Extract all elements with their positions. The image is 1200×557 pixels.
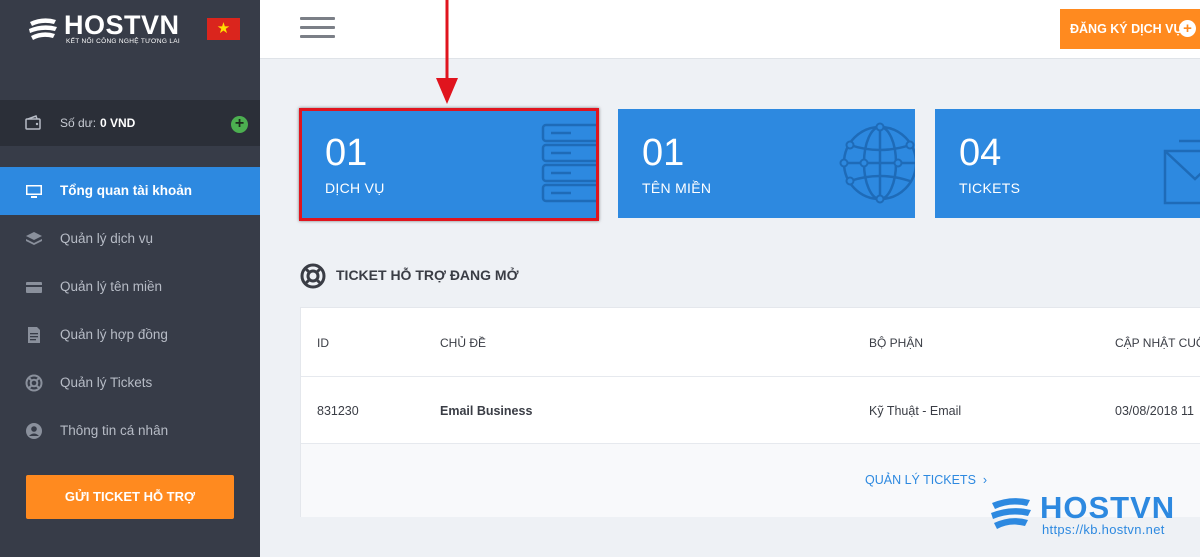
lifebuoy-icon xyxy=(25,374,43,392)
wallet-icon xyxy=(25,115,41,130)
monitor-icon xyxy=(26,185,42,198)
user-icon xyxy=(26,423,42,439)
ticket-department: Kỹ Thuật - Email xyxy=(869,404,962,418)
logo-brand: HOSTVN xyxy=(64,10,180,40)
column-header-department: BỘ PHẬN xyxy=(869,336,924,350)
sidebar-item-domains[interactable]: Quản lý tên miền xyxy=(0,263,260,311)
tickets-table: ID CHỦ ĐỀ BỘ PHẬN CẬP NHẬT CUỐ 831230 Em… xyxy=(300,307,1200,517)
envelope-icon xyxy=(1163,139,1200,205)
globe-icon xyxy=(839,122,915,204)
column-header-updated: CẬP NHẬT CUỐ xyxy=(1115,336,1200,350)
red-arrow-annotation xyxy=(436,0,458,104)
manage-tickets-link[interactable]: QUẢN LÝ TICKETS › xyxy=(865,473,987,487)
highlight-box-annotation xyxy=(299,108,599,221)
sidebar: HOSTVN KẾT NỐI CÔNG NGHỆ TƯƠNG LAI ★ Số … xyxy=(0,0,260,557)
sidebar-item-label: Tổng quan tài khoản xyxy=(60,183,192,198)
balance-bar: Số dư: 0 VND + xyxy=(0,100,260,146)
ticket-id: 831230 xyxy=(317,404,359,418)
sidebar-item-label: Quản lý hợp đồng xyxy=(60,327,168,342)
hostvn-logo-icon xyxy=(991,498,1031,529)
plus-circle-icon[interactable]: + xyxy=(231,116,248,133)
card-domains[interactable]: 01 TÊN MIỀN xyxy=(618,109,915,218)
vietnam-flag-icon[interactable]: ★ xyxy=(207,18,240,40)
layers-icon xyxy=(26,232,42,245)
row-divider xyxy=(301,376,1200,377)
manage-tickets-label: QUẢN LÝ TICKETS xyxy=(865,473,976,487)
row-divider xyxy=(301,443,1200,444)
card-label: TICKETS xyxy=(959,180,1021,196)
plus-circle-icon: + xyxy=(1179,20,1196,37)
sidebar-item-overview[interactable]: Tổng quan tài khoản xyxy=(0,167,260,215)
hostvn-logo-icon xyxy=(29,18,57,40)
logo-tagline: KẾT NỐI CÔNG NGHỆ TƯƠNG LAI xyxy=(66,38,180,45)
watermark-url: https://kb.hostvn.net xyxy=(1042,522,1165,537)
card-label: TÊN MIỀN xyxy=(642,180,712,196)
column-header-id: ID xyxy=(317,336,329,350)
card-icon xyxy=(26,282,42,293)
logo[interactable]: HOSTVN KẾT NỐI CÔNG NGHỆ TƯƠNG LAI xyxy=(26,10,186,54)
card-tickets[interactable]: 04 TICKETS xyxy=(935,109,1200,218)
sidebar-item-label: Thông tin cá nhân xyxy=(60,423,169,438)
column-header-subject: CHỦ ĐỀ xyxy=(440,336,487,350)
top-header: ĐĂNG KÝ DỊCH VỤ + xyxy=(260,0,1200,59)
lifebuoy-icon xyxy=(300,263,326,289)
hamburger-icon[interactable] xyxy=(300,17,335,39)
balance-label: Số dư: xyxy=(60,116,97,130)
chevron-right-icon: › xyxy=(979,473,988,487)
sidebar-item-tickets[interactable]: Quản lý Tickets xyxy=(0,359,260,407)
sidebar-item-contracts[interactable]: Quản lý hợp đồng xyxy=(0,311,260,359)
card-number: 04 xyxy=(959,132,1002,174)
card-number: 01 xyxy=(642,132,685,174)
watermark: HOSTVN https://kb.hostvn.net xyxy=(988,488,1200,548)
sidebar-item-label: Quản lý Tickets xyxy=(60,375,153,390)
document-icon xyxy=(28,327,40,343)
ticket-updated: 03/08/2018 11 xyxy=(1115,404,1195,418)
sidebar-item-label: Quản lý dịch vụ xyxy=(60,231,154,246)
watermark-brand: HOSTVN xyxy=(1040,490,1176,525)
register-service-label: ĐĂNG KÝ DỊCH VỤ xyxy=(1070,22,1183,36)
sidebar-item-services[interactable]: Quản lý dịch vụ xyxy=(0,215,260,263)
register-service-button[interactable]: ĐĂNG KÝ DỊCH VỤ + xyxy=(1060,9,1200,49)
ticket-subject[interactable]: Email Business xyxy=(440,404,532,418)
sidebar-item-label: Quản lý tên miền xyxy=(60,279,163,294)
section-title: TICKET HỖ TRỢ ĐANG MỞ xyxy=(336,267,519,283)
send-ticket-button[interactable]: GỬI TICKET HỖ TRỢ xyxy=(26,475,234,519)
sidebar-item-profile[interactable]: Thông tin cá nhân xyxy=(0,407,260,455)
balance-value: 0 VND xyxy=(100,116,136,130)
